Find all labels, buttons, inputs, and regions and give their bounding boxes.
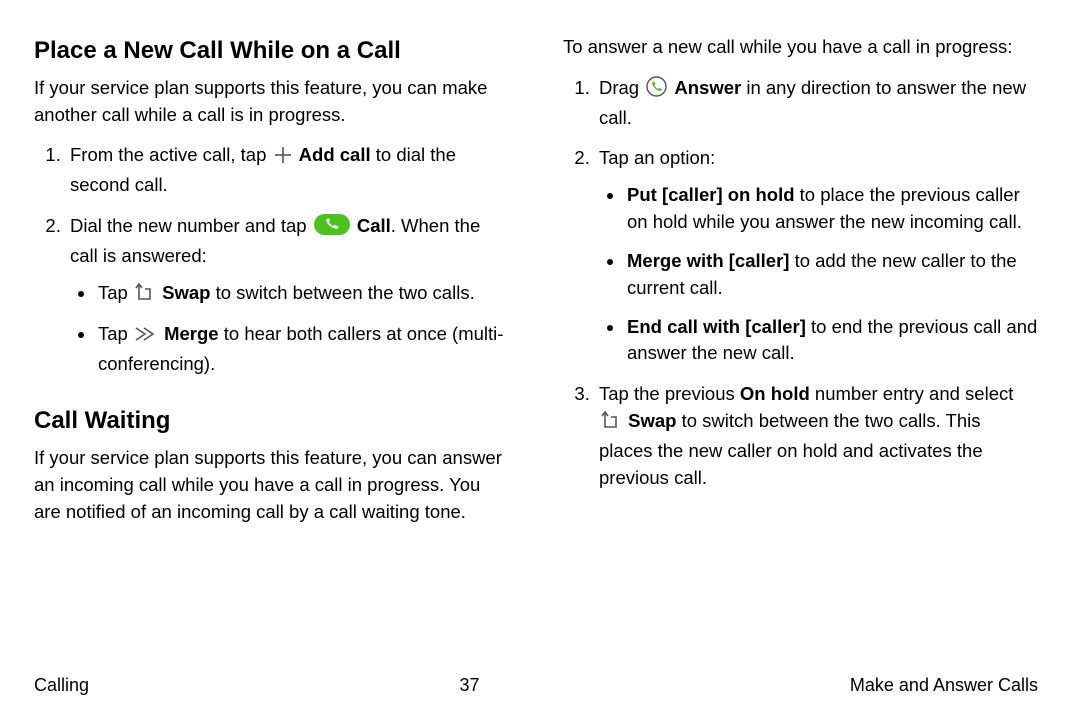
page-footer: Calling 37 Make and Answer Calls [34, 675, 1038, 696]
option-bullets: Put [caller] on hold to place the previo… [599, 182, 1038, 367]
step-1: From the active call, tap Add call to di… [66, 142, 509, 199]
swap-icon [135, 283, 155, 310]
text: From the active call, tap [70, 144, 272, 165]
text: Dial the new number and tap [70, 215, 312, 236]
sub-bullets: Tap Swap to switch between the two calls… [70, 280, 509, 378]
answer-circle-icon [646, 76, 667, 105]
bold-label: Put [caller] on hold [627, 184, 795, 205]
opt-merge: Merge with [caller] to add the new calle… [625, 248, 1038, 302]
text: Tap an option: [599, 147, 715, 168]
right-column: To answer a new call while you have a ca… [563, 34, 1038, 644]
heading-call-waiting: Call Waiting [34, 404, 509, 439]
merge-icon [135, 324, 157, 351]
right-steps: Drag Answer in any direction to answer t… [563, 75, 1038, 492]
bold-label: Swap [162, 282, 210, 303]
bold-label: Add call [299, 144, 371, 165]
text: Tap [98, 323, 133, 344]
bold-label: End call with [caller] [627, 316, 806, 337]
opt-hold: Put [caller] on hold to place the previo… [625, 182, 1038, 236]
rstep-2: Tap an option: Put [caller] on hold to p… [595, 145, 1038, 367]
call-button-icon [314, 214, 350, 243]
text: to hear both callers at once (multi-conf… [98, 323, 503, 374]
footer-right: Make and Answer Calls [850, 675, 1038, 696]
bold-label: Merge [164, 323, 219, 344]
rstep-1: Drag Answer in any direction to answer t… [595, 75, 1038, 132]
intro-para: If your service plan supports this featu… [34, 75, 509, 129]
heading-place-new-call: Place a New Call While on a Call [34, 34, 509, 69]
text: to switch between the two calls. [210, 282, 474, 303]
footer-page-number: 37 [459, 675, 479, 696]
sub-swap: Tap Swap to switch between the two calls… [96, 280, 509, 310]
swap-icon [601, 411, 621, 438]
plus-icon [274, 145, 292, 172]
rstep-3: Tap the previous On hold number entry an… [595, 381, 1038, 491]
footer-left: Calling [34, 675, 89, 696]
bold-label: Answer [674, 77, 741, 98]
text: Tap [98, 282, 133, 303]
bold-label: Merge with [caller] [627, 250, 789, 271]
step-2: Dial the new number and tap Call. When t… [66, 213, 509, 378]
text: Drag [599, 77, 644, 98]
text: number entry and select [810, 383, 1014, 404]
left-column: Place a New Call While on a Call If your… [34, 34, 509, 644]
sub-merge: Tap Merge to hear both callers at once (… [96, 321, 509, 378]
bold-label: On hold [740, 383, 810, 404]
call-waiting-para: If your service plan supports this featu… [34, 445, 509, 525]
opt-end: End call with [caller] to end the previo… [625, 314, 1038, 368]
steps-list: From the active call, tap Add call to di… [34, 142, 509, 378]
right-intro: To answer a new call while you have a ca… [563, 34, 1038, 61]
text: Tap the previous [599, 383, 740, 404]
bold-label: Swap [628, 410, 676, 431]
bold-label: Call [357, 215, 391, 236]
